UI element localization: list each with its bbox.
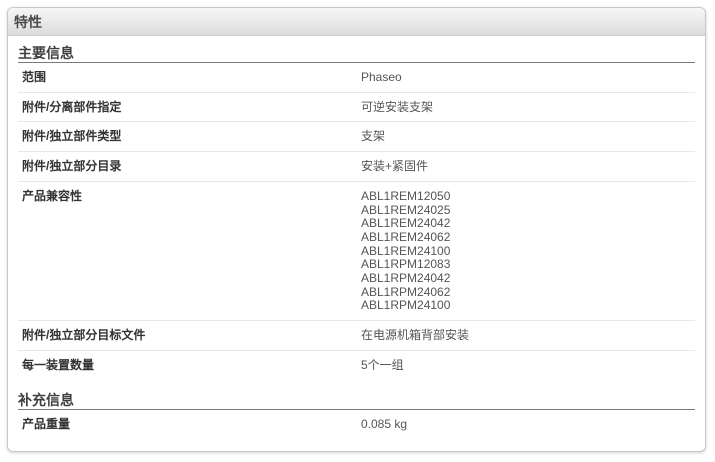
compat-item: ABL1REM24042 <box>361 216 451 231</box>
spec-label: 范围 <box>22 70 47 84</box>
supplementary-info-section: 补充信息 产品重量 0.085 kg <box>18 380 695 439</box>
spec-value: 0.085 kg <box>361 416 408 431</box>
spec-value: 在电源机箱背部安装 <box>361 328 470 343</box>
compat-item: ABL1RPM12083 <box>361 257 451 272</box>
spec-value: 5个一组 <box>361 357 404 372</box>
main-info-section: 主要信息 范围 Phaseo 附件/分离部件指定 可逆安装支架 附件/独立部件类… <box>18 36 695 380</box>
compat-item: ABL1RPM24042 <box>361 271 451 286</box>
compat-item: ABL1REM24062 <box>361 229 451 244</box>
spec-row-accessory-catalog: 附件/独立部分目录 安装+紧固件 <box>18 152 695 182</box>
panel-header: 特性 <box>8 8 705 36</box>
spec-row-product-weight: 产品重量 0.085 kg <box>18 410 695 439</box>
spec-label: 附件/独立部件类型 <box>22 129 122 144</box>
spec-row-accessory-target: 附件/独立部分目标文件 在电源机箱背部安装 <box>18 321 695 351</box>
spec-label: 每一装置数量 <box>22 357 95 372</box>
spec-label: 附件/独立部分目标文件 <box>22 328 146 343</box>
compat-list: ABL1REM12050 ABL1REM24025 ABL1REM24042 A… <box>357 182 695 320</box>
panel-title: 特性 <box>14 13 42 30</box>
spec-row-accessory-type: 附件/独立部件类型 支架 <box>18 122 695 153</box>
spec-row-quantity-per-set: 每一装置数量 5个一组 <box>18 351 695 380</box>
compat-item: ABL1RPM24062 <box>361 284 451 299</box>
main-info-title: 主要信息 <box>18 36 695 63</box>
characteristics-panel: 特性 主要信息 范围 Phaseo 附件/分离部件指定 可逆安装支架 附件/独立… <box>7 7 706 452</box>
spec-row-accessory-designation: 附件/分离部件指定 可逆安装支架 <box>18 93 695 123</box>
supplementary-info-title: 补充信息 <box>18 380 695 410</box>
compat-item: ABL1REM24025 <box>361 202 451 217</box>
spec-value: 可逆安装支架 <box>361 99 434 114</box>
spec-value: 安装+紧固件 <box>361 159 429 174</box>
compat-item: ABL1REM12050 <box>361 188 451 203</box>
spec-value: Phaseo <box>361 70 402 84</box>
spec-label: 产品兼容性 <box>22 188 83 203</box>
spec-row-product-compatibility: 产品兼容性 ABL1REM12050 ABL1REM24025 ABL1REM2… <box>18 182 695 322</box>
spec-label: 附件/分离部件指定 <box>22 99 122 114</box>
compat-item: ABL1REM24100 <box>361 243 451 258</box>
spec-label: 附件/独立部分目录 <box>22 159 122 174</box>
spec-label: 产品重量 <box>22 416 71 431</box>
spec-row-range: 范围 Phaseo <box>18 63 695 93</box>
spec-value: 支架 <box>361 129 386 144</box>
compat-item: ABL1RPM24100 <box>361 298 451 313</box>
